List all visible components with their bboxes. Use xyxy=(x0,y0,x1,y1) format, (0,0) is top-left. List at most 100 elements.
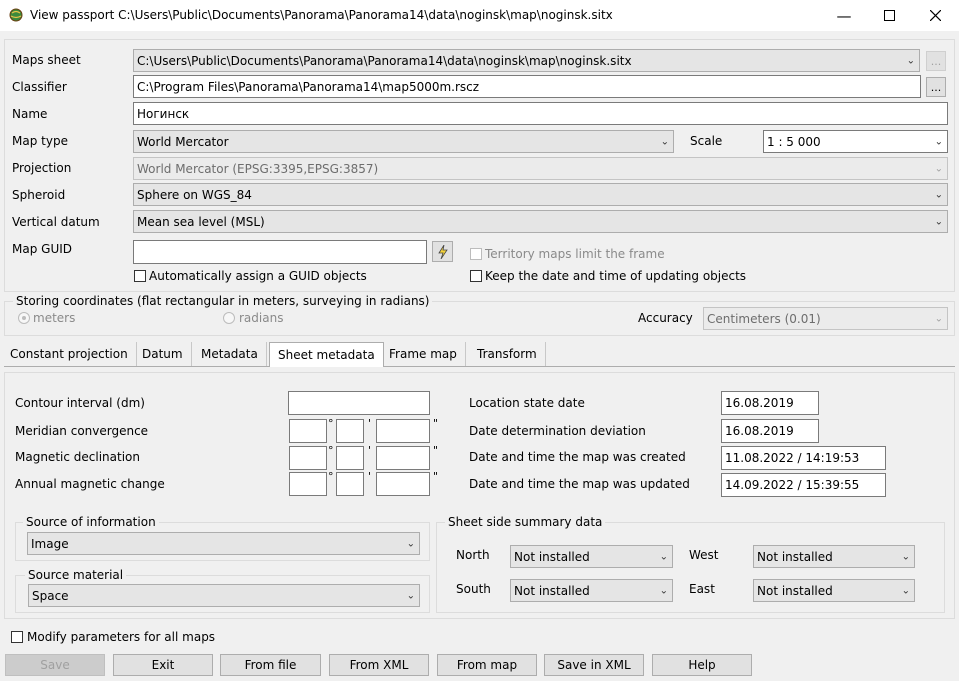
north-select[interactable]: Not installed ⌄ xyxy=(510,545,673,568)
tab-datum[interactable]: Datum xyxy=(134,342,192,366)
projection-select[interactable]: World Mercator (EPSG:3395,EPSG:3857) ⌄ xyxy=(133,157,948,180)
annual-sec-field[interactable] xyxy=(376,472,430,496)
meters-radio[interactable] xyxy=(18,312,30,324)
north-value: Not installed xyxy=(514,549,590,564)
min-symbol: ' xyxy=(368,470,372,483)
tab-transform[interactable]: Transform xyxy=(469,342,546,366)
radians-radio[interactable] xyxy=(223,312,235,324)
chevron-down-icon: ⌄ xyxy=(406,538,415,549)
minimize-button[interactable]: — xyxy=(821,0,867,31)
name-label: Name xyxy=(12,107,48,121)
south-select[interactable]: Not installed ⌄ xyxy=(510,579,673,602)
from-map-button[interactable]: From map xyxy=(437,654,537,676)
source-info-title: Source of information xyxy=(23,515,159,529)
modify-all-label: Modify parameters for all maps xyxy=(27,630,216,644)
annual-deg-field[interactable] xyxy=(289,472,327,496)
meridian-deg-field[interactable] xyxy=(289,419,327,443)
south-value: Not installed xyxy=(514,583,590,598)
generate-guid-button[interactable] xyxy=(432,241,453,262)
sec-symbol: " xyxy=(433,470,439,483)
classifier-browse-button[interactable]: ... xyxy=(926,77,946,97)
deg-symbol: ° xyxy=(328,470,334,483)
lightning-icon xyxy=(437,244,448,259)
save-button[interactable]: Save xyxy=(5,654,105,676)
map-type-select[interactable]: World Mercator ⌄ xyxy=(133,130,674,153)
projection-label: Projection xyxy=(12,161,72,175)
north-label: North xyxy=(456,548,490,562)
meridian-sec-field[interactable] xyxy=(376,419,430,443)
annual-min-field[interactable] xyxy=(336,472,364,496)
scale-select[interactable]: 1 : 5 000 ⌄ xyxy=(763,130,948,153)
keep-date-checkbox[interactable] xyxy=(470,270,482,282)
maximize-button[interactable] xyxy=(866,0,912,31)
map-guid-field[interactable] xyxy=(133,240,427,264)
contour-interval-label: Contour interval (dm) xyxy=(15,396,145,410)
tab-frame-map[interactable]: Frame map xyxy=(381,342,466,366)
date-deviation-field[interactable]: 16.08.2019 xyxy=(721,419,819,443)
from-xml-button[interactable]: From XML xyxy=(329,654,429,676)
accuracy-label: Accuracy xyxy=(638,311,693,325)
from-file-button[interactable]: From file xyxy=(220,654,321,676)
annual-magnetic-change-label: Annual magnetic change xyxy=(15,477,165,491)
west-select[interactable]: Not installed ⌄ xyxy=(753,545,915,568)
keep-date-label: Keep the date and time of updating objec… xyxy=(485,269,747,283)
help-button[interactable]: Help xyxy=(652,654,752,676)
window-title: View passport C:\Users\Public\Documents\… xyxy=(30,8,613,22)
meters-label: meters xyxy=(33,311,76,325)
tab-sheet-metadata[interactable]: Sheet metadata xyxy=(269,342,384,367)
classifier-label: Classifier xyxy=(12,80,67,94)
close-icon xyxy=(929,10,941,21)
auto-guid-checkbox[interactable] xyxy=(134,270,146,282)
territory-limit-checkbox[interactable] xyxy=(470,248,482,260)
sec-symbol: " xyxy=(433,444,439,457)
tab-metadata[interactable]: Metadata xyxy=(193,342,267,366)
radians-label: radians xyxy=(239,311,284,325)
chevron-down-icon: ⌄ xyxy=(659,585,668,596)
maps-sheet-browse-button[interactable]: ... xyxy=(926,51,946,71)
meridian-convergence-label: Meridian convergence xyxy=(15,424,149,438)
west-value: Not installed xyxy=(757,549,833,564)
chevron-down-icon: ⌄ xyxy=(934,313,943,324)
territory-limit-label: Territory maps limit the frame xyxy=(485,247,665,261)
east-select[interactable]: Not installed ⌄ xyxy=(753,579,915,602)
tab-constant-projection[interactable]: Constant projection xyxy=(2,342,137,366)
min-symbol: ' xyxy=(368,444,372,457)
spheroid-value: Sphere on WGS_84 xyxy=(137,187,252,202)
storing-coordinates-title: Storing coordinates (flat rectangular in… xyxy=(13,294,433,308)
maps-sheet-select[interactable]: C:\Users\Public\Documents\Panorama\Panor… xyxy=(133,49,920,72)
west-label: West xyxy=(689,548,719,562)
meridian-min-field[interactable] xyxy=(336,419,364,443)
maps-sheet-label: Maps sheet xyxy=(12,53,81,67)
declination-deg-field[interactable] xyxy=(289,446,327,470)
accuracy-select[interactable]: Centimeters (0.01) ⌄ xyxy=(703,307,948,330)
contour-interval-field[interactable] xyxy=(288,391,430,415)
spheroid-select[interactable]: Sphere on WGS_84 ⌄ xyxy=(133,183,948,206)
source-material-title: Source material xyxy=(25,568,127,582)
save-in-xml-button[interactable]: Save in XML xyxy=(544,654,644,676)
sec-symbol: " xyxy=(433,417,439,430)
exit-button[interactable]: Exit xyxy=(113,654,213,676)
source-info-value: Image xyxy=(31,536,69,551)
name-field[interactable]: Ногинск xyxy=(133,102,948,125)
declination-min-field[interactable] xyxy=(336,446,364,470)
source-material-select[interactable]: Space ⌄ xyxy=(28,584,420,607)
tab-strip-line xyxy=(4,366,955,367)
source-material-value: Space xyxy=(32,588,69,603)
close-button[interactable] xyxy=(912,0,958,31)
vertical-datum-label: Vertical datum xyxy=(12,215,100,229)
modify-all-checkbox[interactable] xyxy=(11,631,23,643)
east-value: Not installed xyxy=(757,583,833,598)
min-symbol: ' xyxy=(368,417,372,430)
vertical-datum-select[interactable]: Mean sea level (MSL) ⌄ xyxy=(133,210,948,233)
created-field[interactable]: 11.08.2022 / 14:19:53 xyxy=(721,446,886,470)
declination-sec-field[interactable] xyxy=(376,446,430,470)
chevron-down-icon: ⌄ xyxy=(906,55,915,66)
maps-sheet-value: C:\Users\Public\Documents\Panorama\Panor… xyxy=(137,53,632,68)
classifier-field[interactable]: C:\Program Files\Panorama\Panorama14\map… xyxy=(133,75,921,98)
map-type-label: Map type xyxy=(12,134,68,148)
updated-field[interactable]: 14.09.2022 / 15:39:55 xyxy=(721,473,886,497)
spheroid-label: Spheroid xyxy=(12,188,66,202)
scale-value: 1 : 5 000 xyxy=(767,134,821,149)
location-state-date-field[interactable]: 16.08.2019 xyxy=(721,391,819,415)
source-info-select[interactable]: Image ⌄ xyxy=(27,532,420,555)
